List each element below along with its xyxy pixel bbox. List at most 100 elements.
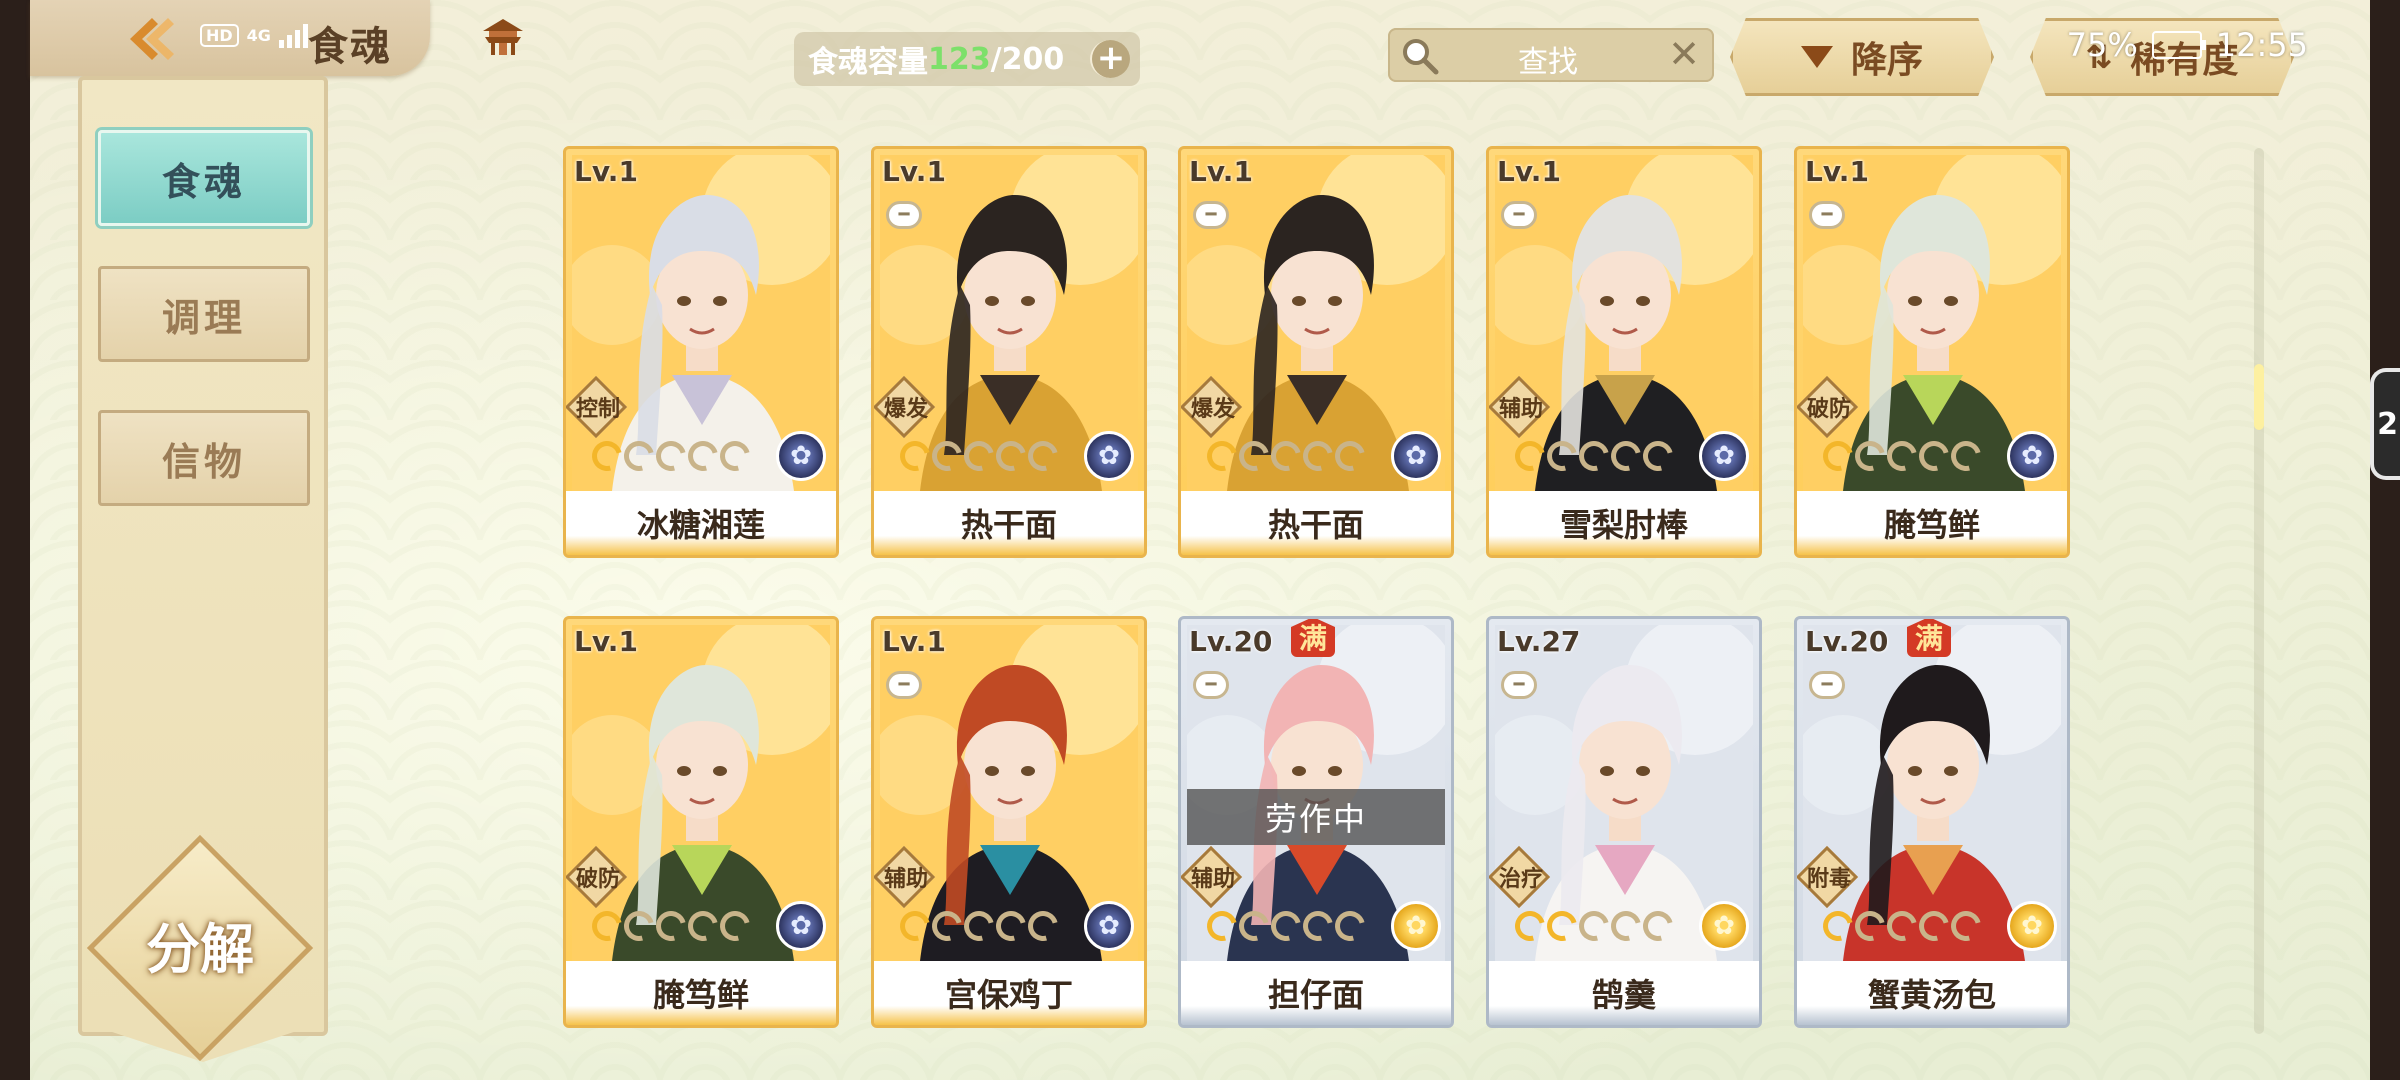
role-badge: 破防 [566,853,630,901]
star-icon [894,435,936,477]
back-button[interactable] [122,14,178,64]
food-soul-card[interactable]: Lv.1 ━ 爆发 ✿ 热干面 [1178,146,1454,558]
search-icon [1403,39,1439,75]
edge-floating-badge[interactable]: 2 [2370,368,2400,480]
star-icon [714,905,756,947]
star-icon [1573,435,1615,477]
star-icon [1265,435,1307,477]
star-icon [682,435,724,477]
character-name: 腌笃鲜 [1797,491,2067,555]
star-icon [990,435,1032,477]
star-icon [1297,435,1339,477]
grid-scrollbar[interactable] [2254,148,2264,1034]
star-rating [1817,435,1987,477]
role-badge: 爆发 [874,383,938,431]
star-rating [894,435,1064,477]
star-icon [618,435,660,477]
star-icon [1817,435,1859,477]
star-icon [1329,435,1371,477]
star-rating [1509,435,1679,477]
star-icon [1945,435,1987,477]
food-soul-card[interactable]: Lv.1 ━ 破防 ✿ 腌笃鲜 [1794,146,2070,558]
lock-icon[interactable]: ━ [1809,201,1845,229]
sun-element-icon: ✿ [2007,901,2057,951]
star-icon [958,435,1000,477]
hd-badge: HD [200,23,239,47]
scrollbar-thumb[interactable] [2254,364,2264,430]
network-type: 4G [246,25,271,45]
star-icon [990,905,1032,947]
star-icon [1849,905,1891,947]
search-field[interactable]: 查找 ✕ [1388,28,1714,82]
star-icon [894,905,936,947]
home-button[interactable] [478,14,528,60]
star-icon [682,905,724,947]
character-name: 冰糖湘莲 [566,491,836,555]
level-label: Lv.1 [1805,155,1869,188]
capacity-current: 123 [928,41,991,77]
capacity-indicator: 食魂容量 123 /200 + [794,32,1140,86]
character-name: 雪梨肘棒 [1489,491,1759,555]
star-icon [618,905,660,947]
level-label: Lv.1 [882,625,946,658]
tab-food-souls[interactable]: 食魂 [98,130,310,226]
food-soul-card[interactable]: Lv.20 ━ 满 劳作中 辅助 ✿ 担仔面 [1178,616,1454,1028]
role-label: 爆发 [1190,397,1235,422]
role-label: 辅助 [1190,867,1235,892]
food-soul-card[interactable]: Lv.1 控制 ✿ 冰糖湘莲 [563,146,839,558]
level-label: Lv.1 [574,155,638,188]
food-soul-card[interactable]: Lv.1 破防 ✿ 腌笃鲜 [563,616,839,1028]
role-badge: 辅助 [1489,383,1553,431]
sort-order-button[interactable]: 降序 [1730,18,1994,96]
lock-icon[interactable]: ━ [886,201,922,229]
level-label: Lv.1 [574,625,638,658]
role-badge: 附毒 [1797,853,1861,901]
lock-icon[interactable]: ━ [886,671,922,699]
food-soul-card[interactable]: Lv.1 ━ 辅助 ✿ 宫保鸡丁 [871,616,1147,1028]
star-icon [1233,905,1275,947]
expand-capacity-button[interactable]: + [1090,40,1130,78]
clock: 12:55 [2215,26,2308,64]
star-icon [586,435,628,477]
lock-icon[interactable]: ━ [1193,201,1229,229]
star-icon [1605,905,1647,947]
star-icon [1022,905,1064,947]
level-label: Lv.1 [1189,155,1253,188]
tab-tokens[interactable]: 信物 [98,410,310,506]
character-name: 热干面 [874,491,1144,555]
lock-icon[interactable]: ━ [1809,671,1845,699]
lock-icon[interactable]: ━ [1193,671,1229,699]
food-soul-card[interactable]: Lv.1 ━ 辅助 ✿ 雪梨肘棒 [1486,146,1762,558]
star-rating [894,905,1064,947]
character-name: 热干面 [1181,491,1451,555]
star-icon [1637,905,1679,947]
food-soul-card[interactable]: Lv.20 ━ 满 附毒 ✿ 蟹黄汤包 [1794,616,2070,1028]
battery-icon [2151,31,2206,59]
lock-icon[interactable]: ━ [1501,671,1537,699]
moon-element-icon: ✿ [1699,431,1749,481]
screen-right-bezel [2370,0,2400,1080]
decompose-label[interactable]: 分解 [120,905,280,984]
star-icon [1913,905,1955,947]
lock-icon[interactable]: ━ [1501,201,1537,229]
role-badge: 控制 [566,383,630,431]
role-label: 辅助 [1498,397,1543,422]
moon-element-icon: ✿ [2007,431,2057,481]
clear-search-icon[interactable]: ✕ [1668,32,1700,76]
star-icon [1509,905,1551,947]
star-icon [1329,905,1371,947]
food-soul-card[interactable]: Lv.1 ━ 爆发 ✿ 热干面 [871,146,1147,558]
star-icon [1913,435,1955,477]
star-icon [1201,905,1243,947]
level-label: Lv.20 [1189,625,1273,658]
food-soul-card[interactable]: Lv.27 ━ 治疗 ✿ 鹄羹 [1486,616,1762,1028]
star-icon [926,905,968,947]
screen-left-bezel [0,0,30,1080]
capacity-max: /200 [990,41,1065,77]
star-rating [1509,905,1679,947]
role-badge: 治疗 [1489,853,1553,901]
tab-conditioning[interactable]: 调理 [98,266,310,362]
star-icon [958,905,1000,947]
star-icon [650,905,692,947]
role-label: 辅助 [883,867,928,892]
